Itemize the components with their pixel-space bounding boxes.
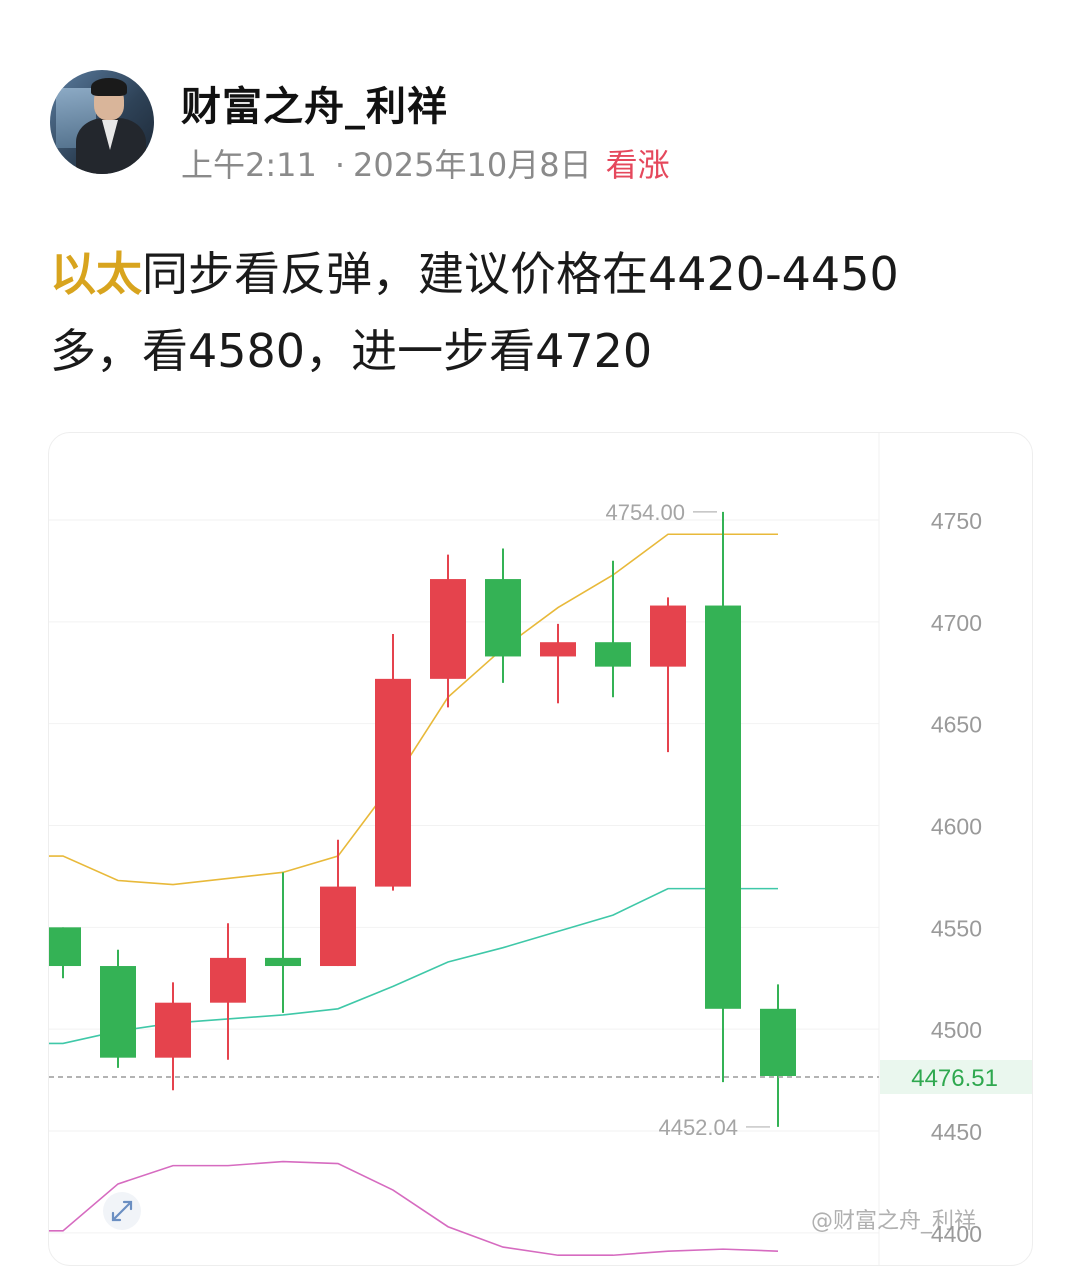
post-meta: 上午2:11 · 2025年10月8日 看涨 (181, 140, 670, 186)
post-text-line2: 多，看4580，进一步看4720 (50, 324, 653, 378)
candle (705, 511, 741, 1083)
current-price-label: 4476.51 (911, 1065, 998, 1092)
candle (210, 923, 246, 1060)
chart-card[interactable]: 4750 4700 4650 4600 4550 4500 4450 4400 4476.51 4… (48, 432, 1033, 1266)
y-tick-label: 4750 (931, 508, 982, 534)
y-tick-label: 4450 (931, 1119, 982, 1145)
candle (375, 634, 411, 891)
candle (650, 597, 686, 753)
y-tick-label: 4500 (931, 1017, 982, 1043)
candle-body (210, 957, 246, 1003)
y-tick-label: 4650 (931, 712, 982, 738)
candle-body (595, 642, 631, 667)
candle-body (320, 886, 356, 967)
avatar[interactable] (50, 70, 154, 174)
y-tick-label: 4600 (931, 814, 982, 840)
watermark: @财富之舟_利祥 (810, 1209, 976, 1234)
candle-body (49, 927, 81, 967)
candle (100, 949, 136, 1068)
candle (540, 623, 576, 704)
candle-body (430, 579, 466, 679)
sentiment-tag[interactable]: 看涨 (606, 146, 670, 184)
username[interactable]: 财富之舟_利祥 (181, 74, 448, 132)
expand-arrows-icon[interactable] (103, 1192, 141, 1230)
candle-body (485, 579, 521, 657)
y-tick-label: 4550 (931, 915, 982, 941)
candle (430, 554, 466, 708)
candle (760, 984, 796, 1127)
post-time: 上午2:11 (181, 146, 317, 184)
candle (49, 927, 81, 979)
lower-band-line (49, 1160, 779, 1257)
high-label: 4754.00 (605, 500, 685, 525)
candle-body (100, 966, 136, 1058)
candle-body (265, 957, 301, 967)
candle (320, 839, 356, 967)
candle-body (760, 1008, 796, 1077)
candle-body (705, 605, 741, 1009)
avatar-hair (91, 78, 127, 96)
candle (155, 982, 191, 1091)
post-date: 2025年10月8日 (353, 146, 592, 184)
candlestick-chart: 475047004650460045504500445044004476.514… (49, 433, 1032, 1265)
candle-body (540, 642, 576, 657)
post-text-line1: 同步看反弹，建议价格在4420-4450 (142, 247, 899, 301)
candle (265, 872, 301, 1013)
y-tick-label: 4700 (931, 610, 982, 636)
post-body: 以太同步看反弹，建议价格在4420-4450 多，看4580，进一步看4720 (50, 236, 1040, 390)
candle (485, 548, 521, 683)
candle-body (650, 605, 686, 667)
coin-tag[interactable]: 以太 (50, 247, 142, 301)
candle (595, 560, 631, 698)
low-label: 4452.04 (658, 1115, 738, 1140)
candle-body (155, 1002, 191, 1058)
meta-separator: · (334, 146, 346, 184)
candle-body (375, 678, 411, 887)
